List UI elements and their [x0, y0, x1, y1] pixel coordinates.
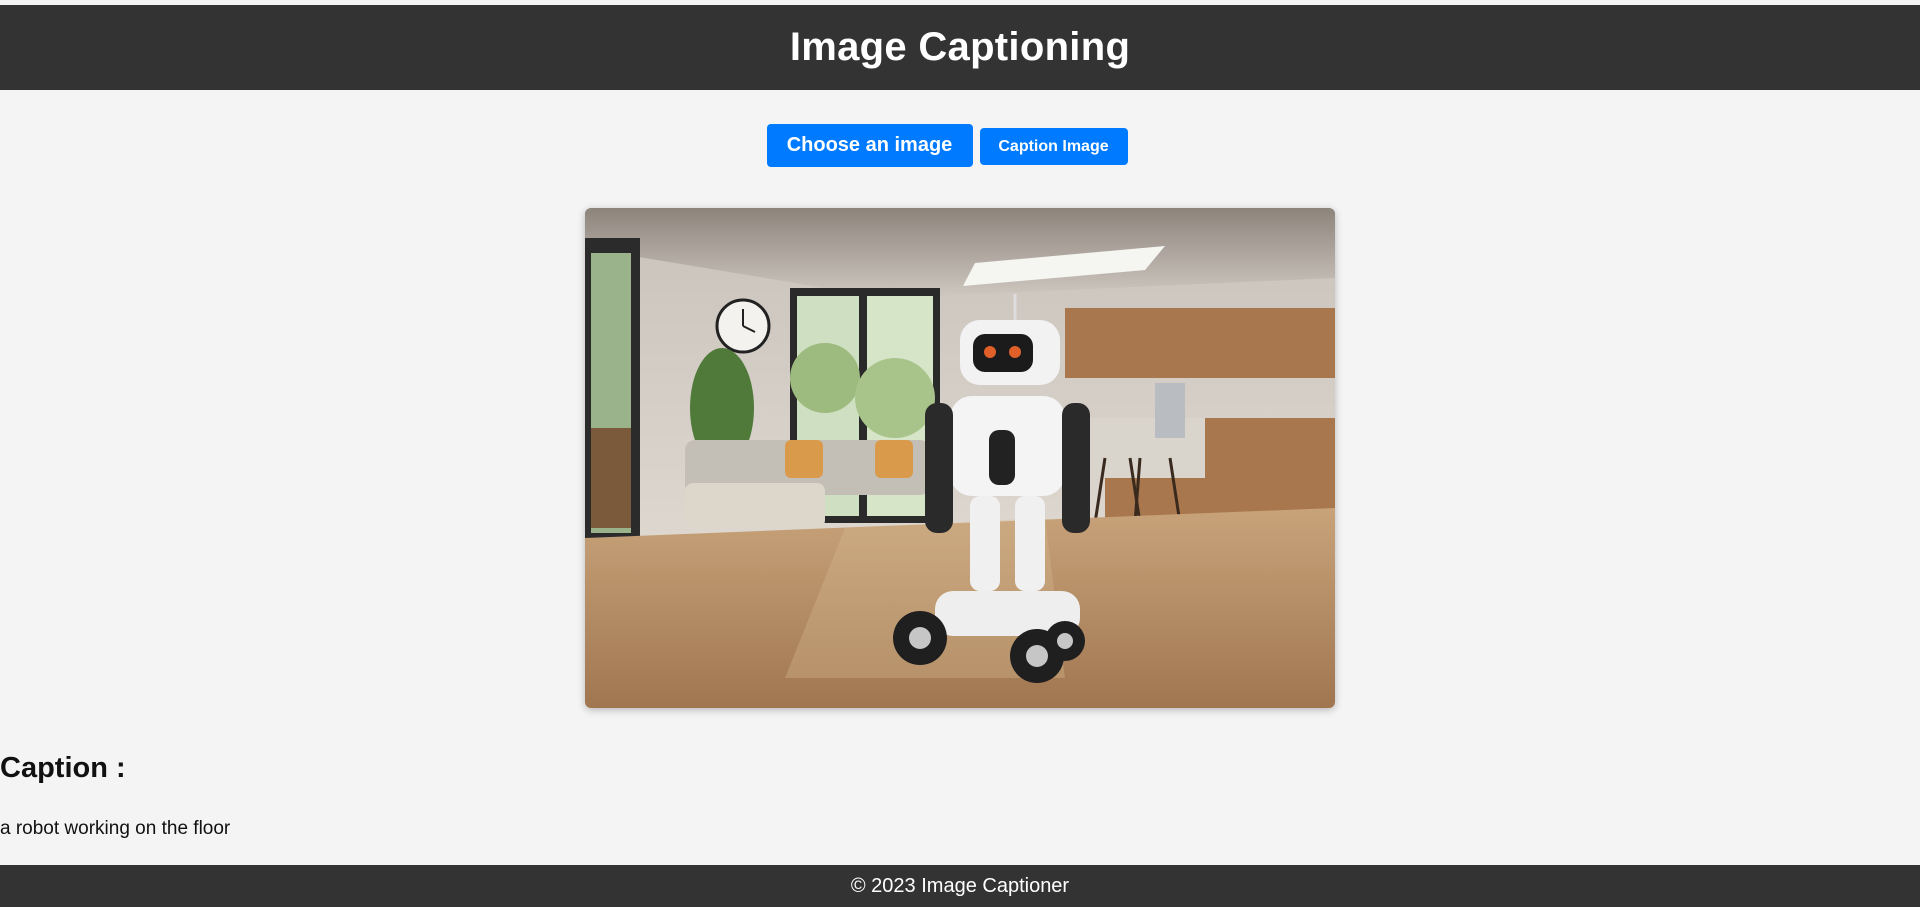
controls-bar: Choose an image Caption Image — [0, 124, 1920, 167]
caption-heading: Caption : — [0, 752, 126, 784]
page-title: Image Captioning — [789, 25, 1131, 69]
choose-image-button[interactable]: Choose an image — [766, 124, 973, 167]
uploaded-image — [585, 208, 1335, 708]
uploaded-image-preview — [585, 208, 1335, 708]
page-footer: © 2023 Image Captioner — [0, 865, 1920, 907]
app-header: Image Captioning — [0, 5, 1920, 90]
caption-image-button[interactable]: Caption Image — [979, 128, 1128, 165]
footer-copyright: © 2023 Image Captioner — [850, 874, 1070, 897]
caption-text: a robot working on the floor — [0, 818, 231, 839]
